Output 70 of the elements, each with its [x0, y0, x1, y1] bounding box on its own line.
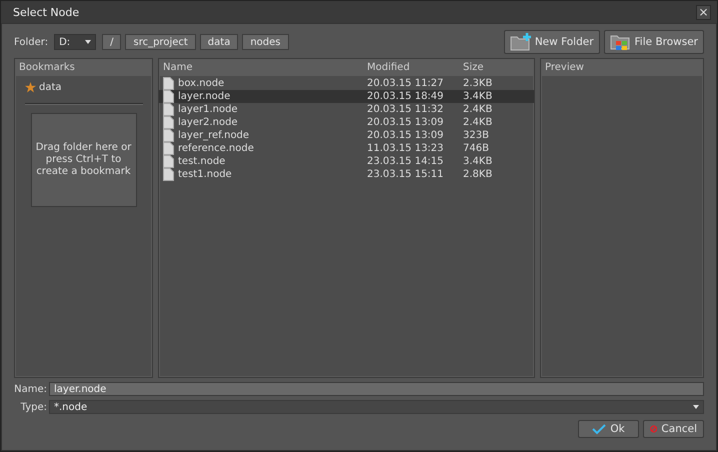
ok-button[interactable]: Ok [578, 420, 639, 438]
column-header[interactable]: Size [463, 62, 523, 73]
window-title: Select Node [13, 6, 80, 18]
modified-cell-text: 20.03.15 18:49 [367, 91, 445, 102]
size-cell-text: 3.4KB [463, 156, 494, 167]
path-button[interactable]: / [102, 34, 122, 50]
file-name: layer2.node [178, 117, 238, 128]
modified-cell-text: 11.03.15 13:23 [367, 143, 445, 154]
cancel-button[interactable]: Cancel [643, 420, 704, 438]
panel-header: Preview [541, 59, 703, 76]
prohibited-icon [650, 423, 658, 435]
folder-plus-icon [510, 33, 532, 51]
file-icon [163, 142, 174, 155]
caret-icon [85, 40, 92, 44]
modified-cell-text: 20.03.15 13:09 [367, 130, 445, 141]
modified-cell-text: 23.03.15 15:11 [367, 169, 445, 180]
size-cell-text: 2.4KB [463, 117, 494, 128]
folder-windows-icon [610, 33, 632, 51]
path-button[interactable]: data [200, 34, 238, 50]
path-button[interactable]: src_project [125, 34, 196, 50]
close-button[interactable]: × [696, 4, 711, 20]
file-icon [163, 103, 174, 116]
caret-icon [693, 405, 699, 409]
checkmark-icon [592, 424, 606, 434]
folder-label: Folder: [14, 36, 48, 48]
column-header[interactable]: Modified [367, 62, 463, 73]
file-row[interactable]: layer1.node 20.03.15 11:32 2.4KB [159, 103, 534, 116]
file-row[interactable]: test1.node 23.03.15 15:11 2.8KB [159, 168, 534, 181]
file-name: layer.node [178, 91, 230, 102]
file-icon [163, 168, 174, 181]
drive-dropdown[interactable]: D: [54, 34, 96, 50]
bookmark-drop-area[interactable]: Drag folder here or press Ctrl+T to create a bookmark [30, 113, 136, 207]
file-name: test.node [178, 156, 226, 167]
file-row[interactable]: layer2.node 20.03.15 13:09 2.4KB [159, 116, 534, 129]
file-icon [163, 129, 174, 142]
path-button[interactable]: nodes [242, 34, 288, 50]
file-name: test1.node [178, 169, 232, 180]
type-dropdown[interactable]: *.node [49, 400, 704, 414]
panel-header: Bookmarks [15, 59, 152, 76]
column-header[interactable]: Name [163, 62, 367, 73]
file-row[interactable]: layer_ref.node 20.03.15 13:09 323B [159, 129, 534, 142]
modified-cell-text: 23.03.15 14:15 [367, 156, 445, 167]
size-cell-text: 323B [463, 130, 490, 141]
size-cell-text: 2.4KB [463, 104, 494, 115]
name-field[interactable]: layer.node [49, 382, 704, 396]
size-cell-text: 2.8KB [463, 169, 494, 180]
type-label: Type: [20, 402, 48, 412]
size-cell-text: 2.3KB [463, 78, 494, 89]
file-browser-button[interactable]: File Browser [604, 30, 704, 54]
file-name: box.node [178, 78, 224, 89]
file-name: layer_ref.node [178, 130, 250, 141]
file-icon [163, 116, 174, 129]
file-row[interactable]: test.node 23.03.15 14:15 3.4KB [159, 155, 534, 168]
file-icon [163, 155, 174, 168]
name-label: Name: [14, 384, 48, 394]
modified-cell-text: 20.03.15 11:32 [367, 104, 445, 115]
size-cell-text: 3.4KB [463, 91, 494, 102]
new-folder-button[interactable]: New Folder [504, 30, 600, 54]
file-icon [163, 77, 174, 90]
file-row[interactable]: layer.node 20.03.15 18:49 3.4KB [159, 90, 534, 103]
file-name: reference.node [178, 143, 254, 154]
file-icon [163, 90, 174, 103]
modified-cell-text: 20.03.15 13:09 [367, 117, 445, 128]
file-name: layer1.node [178, 104, 238, 115]
bookmark-item[interactable]: data [15, 76, 152, 93]
file-row[interactable]: reference.node 11.03.15 13:23 746B [159, 142, 534, 155]
star-icon [25, 82, 36, 93]
size-cell-text: 746B [463, 143, 490, 154]
modified-cell-text: 20.03.15 11:27 [367, 78, 445, 89]
file-row[interactable]: box.node 20.03.15 11:27 2.3KB [159, 77, 534, 90]
